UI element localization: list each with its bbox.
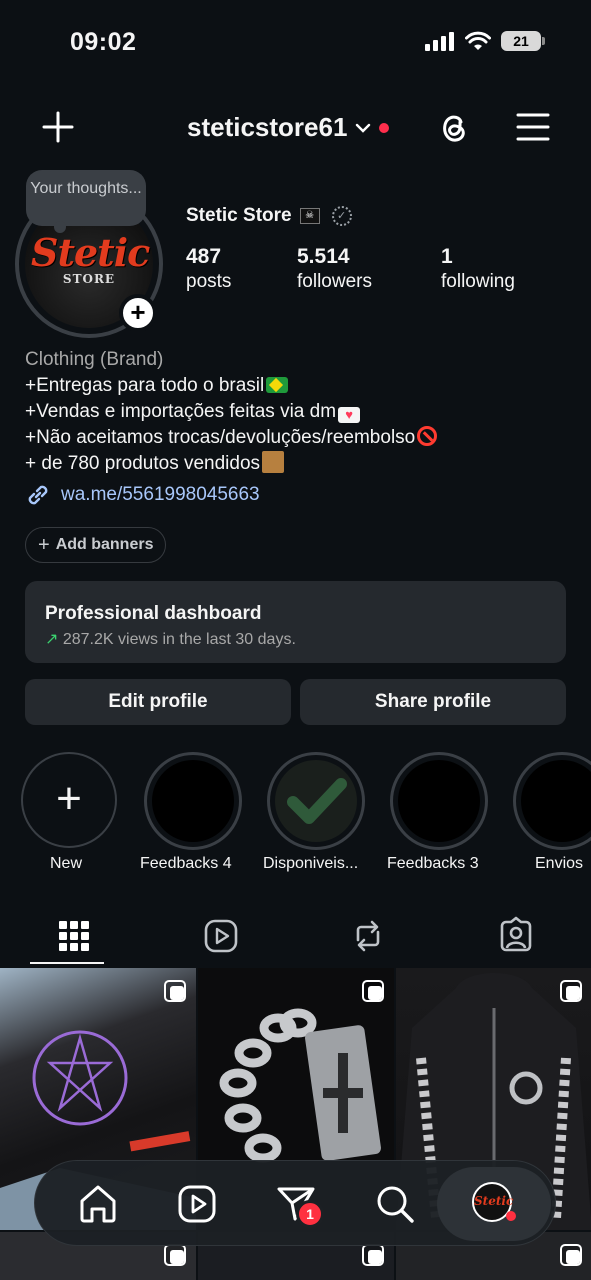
verify-badge-icon[interactable]: ✓ bbox=[331, 206, 352, 226]
love-letter-icon: ♥ bbox=[338, 407, 361, 423]
highlight-label: Feedbacks 4 bbox=[140, 855, 232, 872]
bio-line: +Vendas e importações feitas via dm ♥ bbox=[25, 399, 585, 425]
stat-label: following bbox=[441, 271, 515, 292]
grid-icon[interactable] bbox=[54, 916, 94, 956]
profile-tabs bbox=[0, 908, 591, 966]
carousel-icon bbox=[560, 1244, 582, 1266]
professional-dashboard[interactable]: Professional dashboard ↗ 287.2K views in… bbox=[25, 581, 566, 663]
reels-nav-icon[interactable] bbox=[174, 1181, 220, 1227]
threads-icon[interactable] bbox=[434, 108, 472, 146]
stat-value: 487 bbox=[186, 245, 222, 268]
highlight-cover bbox=[275, 760, 357, 842]
search-icon[interactable] bbox=[372, 1181, 418, 1227]
add-banners-button[interactable]: + Add banners bbox=[25, 527, 167, 563]
edit-profile-button[interactable]: Edit profile bbox=[25, 679, 291, 725]
share-profile-button[interactable]: Share profile bbox=[300, 679, 566, 725]
avatar-logo-text: Stetic bbox=[31, 230, 150, 275]
stat-following[interactable]: 1 following bbox=[441, 244, 515, 294]
reels-icon[interactable] bbox=[201, 916, 241, 956]
brazil-flag-icon bbox=[266, 377, 289, 393]
status-icons: 21 bbox=[425, 31, 545, 51]
highlight-cover bbox=[152, 760, 234, 842]
prohibited-icon bbox=[417, 426, 438, 446]
add-story-button[interactable]: + bbox=[119, 294, 157, 332]
profile-category: Clothing (Brand) bbox=[25, 349, 164, 370]
bio-line: +Entregas para todo o brasil bbox=[25, 373, 585, 399]
plus-icon: + bbox=[21, 752, 117, 848]
checkmark-icon bbox=[287, 778, 347, 824]
home-icon[interactable] bbox=[75, 1181, 121, 1227]
display-name: Stetic Store bbox=[186, 205, 292, 226]
stat-value: 1 bbox=[441, 245, 453, 268]
dashboard-title: Professional dashboard bbox=[45, 603, 262, 624]
carousel-icon bbox=[560, 980, 582, 1002]
plus-icon: + bbox=[38, 533, 50, 556]
dashboard-subtitle: ↗ 287.2K views in the last 30 days. bbox=[45, 631, 296, 648]
reposts-icon[interactable] bbox=[348, 916, 388, 956]
carousel-icon bbox=[164, 1244, 186, 1266]
tagged-icon[interactable] bbox=[496, 916, 536, 956]
add-banners-label: Add banners bbox=[55, 536, 154, 553]
battery-indicator: 21 bbox=[501, 31, 545, 51]
link-icon bbox=[28, 485, 48, 505]
carousel-icon bbox=[164, 980, 186, 1002]
unread-dot bbox=[379, 122, 390, 133]
username-label: steticstore61 bbox=[187, 112, 348, 142]
bio-line: +Não aceitamos trocas/devoluções/reembol… bbox=[25, 425, 585, 451]
highlight-label: Feedbacks 3 bbox=[387, 855, 479, 872]
profile-display-name: Stetic Store ☠ ✓ bbox=[186, 205, 352, 227]
carousel-icon bbox=[362, 980, 384, 1002]
highlight-label: Envios bbox=[535, 855, 584, 872]
stat-value: 5.514 bbox=[297, 245, 350, 268]
chevron-down-icon bbox=[356, 123, 371, 133]
highlight-cover bbox=[398, 760, 480, 842]
package-icon bbox=[262, 451, 285, 473]
bio-line: + de 780 produtos vendidos bbox=[25, 451, 585, 477]
notification-badge: 1 bbox=[296, 1200, 324, 1228]
stat-label: posts bbox=[186, 271, 232, 292]
carousel-icon bbox=[362, 1244, 384, 1266]
avatar-logo-sub: STORE bbox=[62, 272, 116, 286]
menu-icon[interactable] bbox=[515, 110, 551, 144]
create-plus-icon[interactable] bbox=[40, 109, 76, 145]
status-time: 09:02 bbox=[70, 28, 137, 56]
stat-label: followers bbox=[297, 271, 372, 292]
bio-link[interactable]: wa.me/5561998045663 bbox=[25, 482, 260, 508]
wifi-icon bbox=[465, 31, 491, 50]
link-text: wa.me/5561998045663 bbox=[61, 484, 260, 505]
pirate-flag-icon: ☠ bbox=[299, 208, 320, 224]
highlight-label: New bbox=[50, 855, 83, 872]
stat-posts[interactable]: 487 posts bbox=[186, 244, 231, 294]
status-bar: 09:02 21 bbox=[0, 0, 591, 88]
note-bubble[interactable]: Your thoughts... bbox=[26, 170, 146, 233]
trend-up-icon: ↗ bbox=[45, 631, 59, 648]
highlight-label: Disponiveis... bbox=[263, 855, 359, 872]
stat-followers[interactable]: 5.514 followers bbox=[297, 244, 372, 294]
cellular-signal-icon bbox=[425, 32, 454, 51]
active-tab-indicator bbox=[30, 962, 104, 964]
profile-bio: Clothing (Brand) +Entregas para todo o b… bbox=[25, 347, 585, 477]
profile-header: steticstore61 bbox=[0, 100, 591, 154]
profile-nav-dot bbox=[506, 1211, 516, 1221]
account-switcher[interactable]: steticstore61 bbox=[187, 112, 390, 143]
